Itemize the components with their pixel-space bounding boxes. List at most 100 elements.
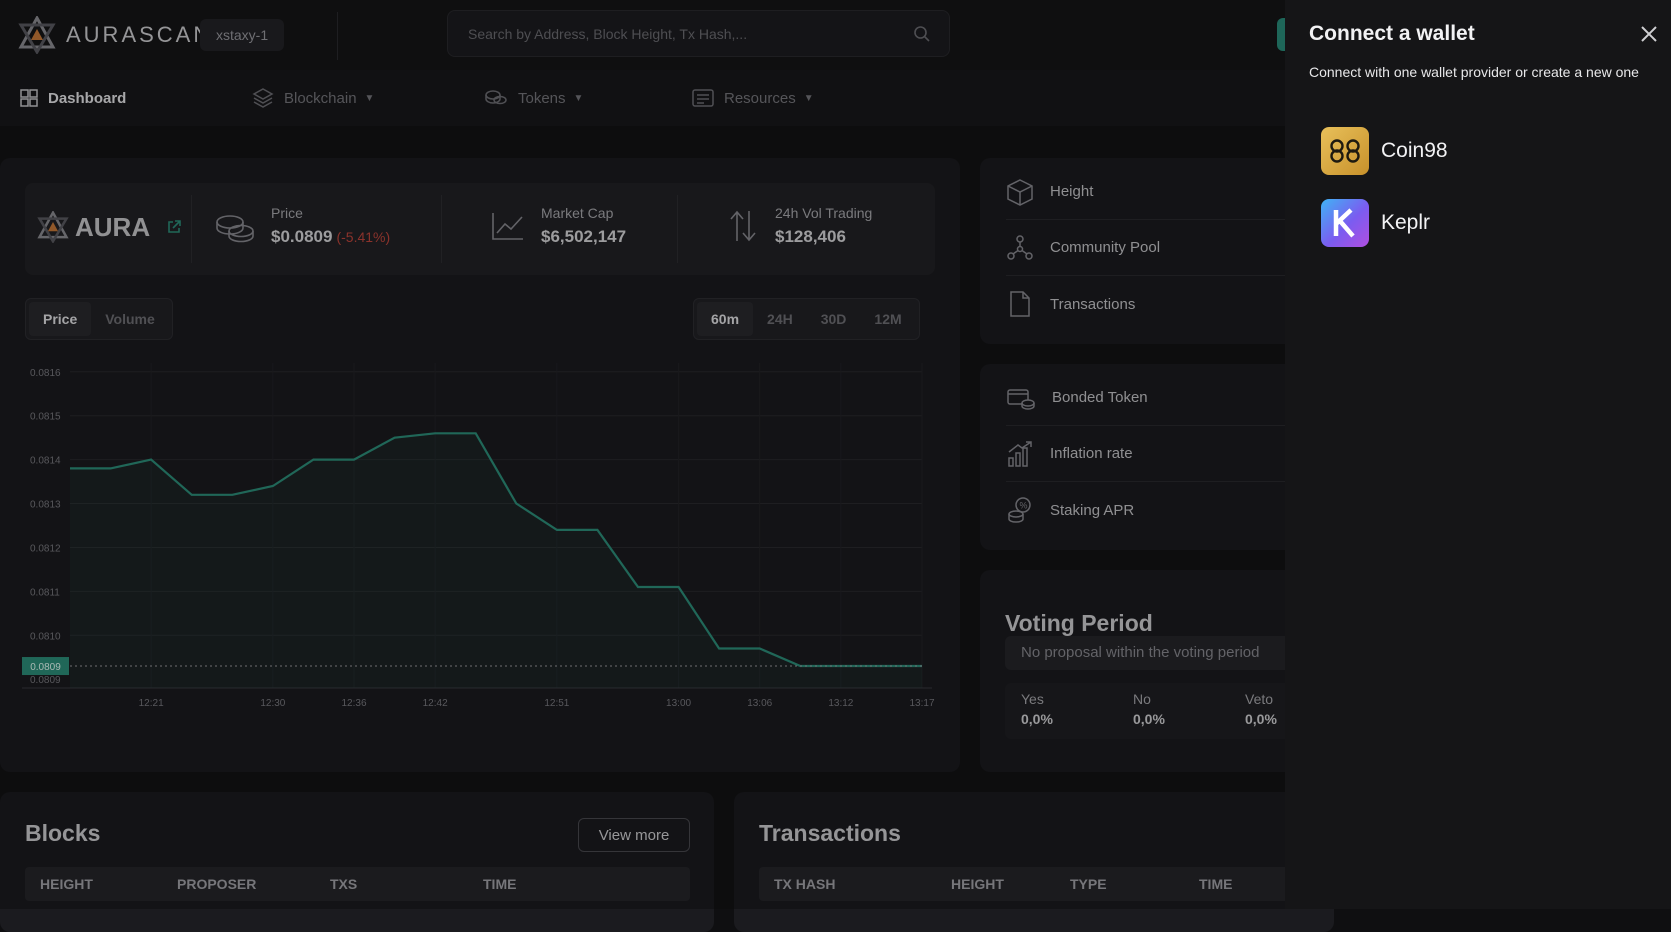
price-area xyxy=(70,433,922,688)
view-more-button[interactable]: View more xyxy=(578,818,690,852)
nav-tokens-label: Tokens xyxy=(518,89,566,107)
y-tick-label: 0.0813 xyxy=(30,500,61,511)
market-cap-value: $6,502,147 xyxy=(541,227,627,246)
nav-dashboard[interactable]: Dashboard xyxy=(20,70,126,126)
drawer-title: Connect a wallet xyxy=(1309,22,1475,45)
bonded-token-label: Bonded Token xyxy=(1052,389,1148,406)
bonded-token-icon xyxy=(1007,388,1035,410)
range-24h[interactable]: 24H xyxy=(753,302,807,336)
wallet-option-coin98[interactable]: Coin98 xyxy=(1321,127,1448,175)
vote-no: No 0,0% xyxy=(1133,691,1165,727)
divider xyxy=(441,195,442,263)
x-tick-label: 13:06 xyxy=(747,698,772,709)
stat-row-height: Height xyxy=(1006,164,1300,220)
col-height: HEIGHT xyxy=(40,876,93,892)
toggle-price[interactable]: Price xyxy=(29,302,92,336)
height-label: Height xyxy=(1050,183,1094,200)
volume-label: 24h Vol Trading xyxy=(775,205,873,221)
range-12m[interactable]: 12M xyxy=(860,302,915,336)
trend-up-icon xyxy=(492,213,523,240)
cube-icon xyxy=(1007,178,1033,206)
x-tick-label: 12:51 xyxy=(544,698,569,709)
svg-text:%: % xyxy=(1020,501,1028,511)
price-value: $0.0809 xyxy=(271,227,333,246)
blocks-card: Blocks View more HEIGHT PROPOSER TXS TIM… xyxy=(0,792,714,932)
range-60m[interactable]: 60m xyxy=(697,302,754,336)
staking-stats-card: Bonded Token Inflation rate % Staking AP… xyxy=(980,364,1300,550)
nav-dashboard-label: Dashboard xyxy=(48,89,127,107)
col-txs: TXS xyxy=(330,876,358,892)
brand-logo[interactable]: AURASCAN xyxy=(18,16,212,54)
search-bar xyxy=(447,10,950,57)
col-proposer: PROPOSER xyxy=(177,876,257,892)
x-tick-label: 13:00 xyxy=(666,698,691,709)
stat-row-transactions: Transactions xyxy=(1006,276,1300,332)
stat-row-apr: % Staking APR xyxy=(1006,482,1300,538)
x-tick-label: 12:21 xyxy=(139,698,164,709)
transactions-title: Transactions xyxy=(759,820,901,846)
transactions-card: Transactions TX HASH HEIGHT TYPE TIME xyxy=(734,792,1334,932)
coin98-icon xyxy=(1321,127,1369,175)
divider xyxy=(337,12,338,60)
network-badge[interactable]: xstaxy-1 xyxy=(200,19,285,51)
connect-wallet-drawer: Connect a wallet Connect with one wallet… xyxy=(1285,0,1671,909)
token-brand: AURA xyxy=(37,211,182,243)
y-tick-label: 0.0811 xyxy=(30,587,60,598)
voting-title: Voting Period xyxy=(1005,610,1153,636)
app-root: AURASCAN xstaxy-1 Dashboard xyxy=(0,0,1671,932)
coins-icon xyxy=(485,90,507,105)
blocks-table-header: HEIGHT PROPOSER TXS TIME xyxy=(25,867,690,901)
token-name: AURA xyxy=(75,211,151,242)
search-icon[interactable] xyxy=(913,25,931,43)
x-tick-label: 12:30 xyxy=(260,698,285,709)
y-tick-label: 0.0816 xyxy=(30,368,61,379)
nav-resources[interactable]: Resources ▼ xyxy=(692,70,814,126)
vote-no-label: No xyxy=(1133,691,1151,707)
col-tx-hash: TX HASH xyxy=(774,876,836,892)
price-stat: Price $0.0809 (-5.41%) xyxy=(215,205,390,247)
close-icon[interactable] xyxy=(1637,22,1661,46)
x-tick-label: 12:36 xyxy=(341,698,366,709)
market-cap-label: Market Cap xyxy=(541,205,614,221)
y-tick-label: 0.0810 xyxy=(30,631,61,642)
nav-tokens[interactable]: Tokens ▼ xyxy=(484,70,583,126)
volume-stat: 24h Vol Trading $128,406 xyxy=(727,205,872,247)
aura-token-icon xyxy=(37,211,69,243)
price-change: (-5.41%) xyxy=(336,229,391,245)
stat-row-inflation: Inflation rate xyxy=(1006,426,1300,482)
coin-percent-icon: % xyxy=(1008,497,1031,523)
community-pool-label: Community Pool xyxy=(1050,239,1161,256)
vote-summary: Yes 0,0% No 0,0% Veto 0,0% xyxy=(1005,683,1300,739)
chart-metric-toggle: Price Volume xyxy=(25,298,173,340)
keplr-icon xyxy=(1321,199,1369,247)
wallet-name: Keplr xyxy=(1381,211,1431,234)
toggle-volume[interactable]: Volume xyxy=(91,302,169,336)
chevron-down-icon: ▼ xyxy=(803,92,814,104)
y-tick-label: 0.0814 xyxy=(30,456,61,467)
vote-yes-label: Yes xyxy=(1021,691,1044,707)
vote-veto-value: 0,0% xyxy=(1245,711,1277,727)
brand-name: AURASCAN xyxy=(66,22,213,47)
y-tick-label: 0.0812 xyxy=(30,543,61,554)
wallet-option-keplr[interactable]: Keplr xyxy=(1321,199,1430,247)
y-tick-label: 0.0815 xyxy=(30,412,61,423)
col-type: TYPE xyxy=(1070,876,1107,892)
staking-apr-label: Staking APR xyxy=(1050,501,1135,519)
search-input[interactable] xyxy=(468,23,898,45)
aura-logo-icon xyxy=(18,16,56,54)
price-chart[interactable]: 0.0816 0.0815 0.0814 0.0813 0.0812 0.0811 0.08… xyxy=(22,353,942,738)
y-tick-label: 0.0809 xyxy=(30,675,61,686)
voting-card: Voting Period No proposal within the vot… xyxy=(980,570,1300,772)
col-height: HEIGHT xyxy=(951,876,1004,892)
price-label: Price xyxy=(271,205,303,221)
bar-chart-up-icon xyxy=(1008,440,1032,467)
layers-icon xyxy=(252,88,274,108)
nav-blockchain[interactable]: Blockchain ▼ xyxy=(252,70,374,126)
coins-icon xyxy=(216,215,254,243)
range-30d[interactable]: 30D xyxy=(807,302,861,336)
divider xyxy=(191,195,192,263)
transfer-arrows-icon xyxy=(730,210,756,242)
x-tick-label: 13:12 xyxy=(828,698,853,709)
nav-blockchain-label: Blockchain xyxy=(284,89,357,107)
external-link-icon[interactable] xyxy=(166,219,182,235)
